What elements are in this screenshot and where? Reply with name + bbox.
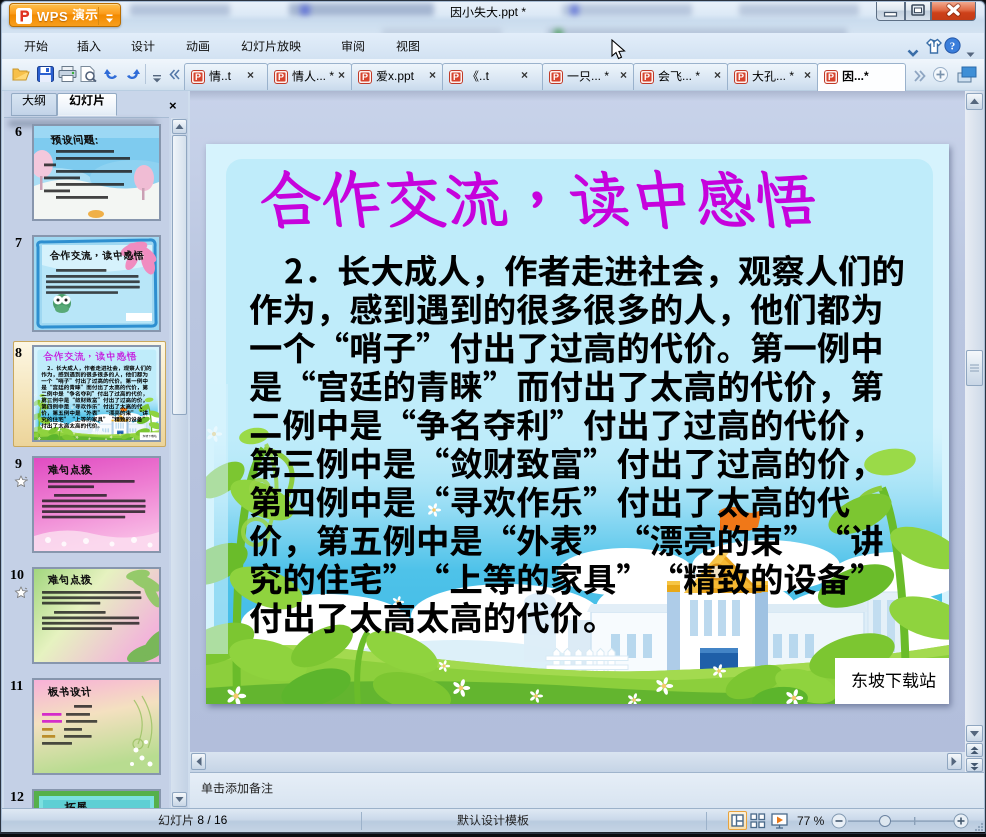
svg-text:P: P [828, 72, 834, 82]
svg-text:?: ? [950, 41, 956, 53]
svg-text:P: P [738, 72, 744, 82]
svg-text:P: P [195, 72, 201, 82]
svg-text:P: P [278, 72, 284, 82]
svg-text:P: P [453, 72, 459, 82]
svg-text:P: P [362, 72, 368, 82]
svg-text:P: P [644, 72, 650, 82]
svg-text:P: P [553, 72, 559, 82]
